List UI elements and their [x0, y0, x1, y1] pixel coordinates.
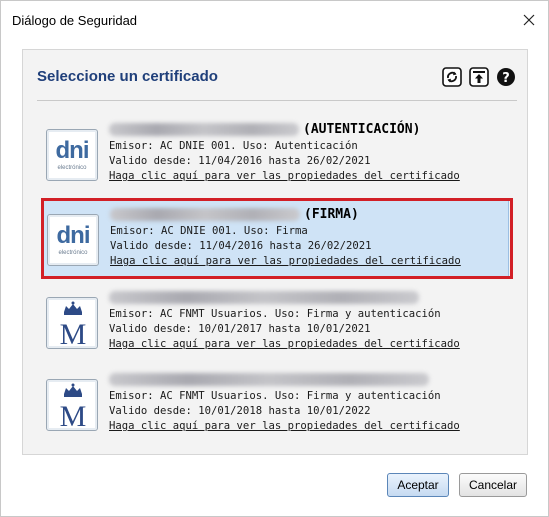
window-title: Diálogo de Seguridad: [12, 13, 138, 28]
export-button[interactable]: [468, 66, 490, 88]
certificate-name: [109, 287, 504, 307]
dni-logo-text: dni: [55, 137, 90, 164]
header-divider: [37, 100, 517, 101]
certificate-details: (FIRMA) Emisor: AC DNIE 001. Uso: Firma …: [110, 204, 505, 269]
certificate-details: Emisor: AC FNMT Usuarios. Uso: Firma y a…: [109, 287, 504, 352]
redacted-holder-name: [110, 207, 300, 221]
crown-m-emblem-icon: M: [60, 383, 87, 431]
certificate-item-authentication[interactable]: dni electrónico (AUTENTICACIÓN) Emisor: …: [41, 116, 509, 194]
svg-text:M: M: [60, 318, 87, 349]
help-icon: ?: [497, 68, 515, 86]
close-icon: [523, 14, 535, 26]
certificate-issuer: Emisor: AC DNIE 001. Uso: Firma: [110, 225, 308, 237]
certificate-properties-link[interactable]: Haga clic aquí para ver las propiedades …: [110, 254, 505, 269]
certificate-details: (AUTENTICACIÓN) Emisor: AC DNIE 001. Uso…: [109, 119, 504, 184]
security-dialog: Diálogo de Seguridad Seleccione un certi…: [0, 0, 549, 517]
dni-logo-subtext: electrónico: [58, 250, 88, 256]
certificate-issuer: Emisor: AC DNIE 001. Uso: Autenticación: [109, 140, 358, 152]
crown-m-emblem-icon: M: [60, 301, 87, 349]
certificate-issuer: Emisor: AC FNMT Usuarios. Uso: Firma y a…: [109, 390, 441, 402]
certificate-item-signature[interactable]: dni electrónico (FIRMA) Emisor: AC DNIE …: [41, 200, 509, 278]
fnmt-logo: M: [46, 297, 98, 349]
help-button[interactable]: ?: [495, 66, 517, 88]
certificate-type: (AUTENTICACIÓN): [303, 121, 421, 137]
certificate-item-fnmt-2018[interactable]: M Emisor: AC FNMT Usuarios. Uso: Firma y…: [41, 366, 509, 444]
cancel-button[interactable]: Cancelar: [459, 473, 527, 497]
certificate-item-fnmt-2017[interactable]: M Emisor: AC FNMT Usuarios. Uso: Firma y…: [41, 284, 509, 362]
accept-button[interactable]: Aceptar: [387, 473, 449, 497]
export-icon: [469, 67, 489, 87]
close-button[interactable]: [516, 7, 542, 33]
panel-header: Seleccione un certificado ?: [37, 66, 517, 92]
certificate-name: [109, 369, 504, 389]
svg-text:?: ?: [502, 71, 510, 86]
header-toolbar: ?: [441, 66, 517, 88]
certificate-validity: Valido desde: 10/01/2017 hasta 10/01/202…: [109, 323, 371, 335]
certificate-name: (FIRMA): [110, 204, 505, 224]
fnmt-logo: M: [46, 379, 98, 431]
dni-logo-subtext: electrónico: [57, 165, 87, 171]
certificate-issuer: Emisor: AC FNMT Usuarios. Uso: Firma y a…: [109, 308, 441, 320]
svg-text:M: M: [60, 400, 87, 431]
certificate-type: (FIRMA): [304, 206, 359, 222]
panel-title: Seleccione un certificado: [37, 68, 218, 85]
certificate-validity: Valido desde: 11/04/2016 hasta 26/02/202…: [109, 155, 371, 167]
certificate-details: Emisor: AC FNMT Usuarios. Uso: Firma y a…: [109, 369, 504, 434]
certificate-validity: Valido desde: 10/01/2018 hasta 10/01/202…: [109, 405, 371, 417]
title-bar: Diálogo de Seguridad: [1, 1, 548, 39]
redacted-holder-name: [109, 372, 429, 386]
certificate-properties-link[interactable]: Haga clic aquí para ver las propiedades …: [109, 337, 504, 352]
dni-logo: dni electrónico: [47, 214, 99, 266]
certificate-properties-link[interactable]: Haga clic aquí para ver las propiedades …: [109, 169, 504, 184]
certificate-name: (AUTENTICACIÓN): [109, 119, 504, 139]
refresh-icon: [442, 67, 462, 87]
dni-logo: dni electrónico: [46, 129, 98, 181]
certificate-panel: Seleccione un certificado ? dni electrón…: [22, 49, 528, 455]
certificate-properties-link[interactable]: Haga clic aquí para ver las propiedades …: [109, 419, 504, 434]
redacted-holder-name: [109, 290, 419, 304]
certificate-validity: Valido desde: 11/04/2016 hasta 26/02/202…: [110, 240, 372, 252]
redacted-holder-name: [109, 122, 299, 136]
dni-logo-text: dni: [56, 222, 91, 249]
refresh-button[interactable]: [441, 66, 463, 88]
